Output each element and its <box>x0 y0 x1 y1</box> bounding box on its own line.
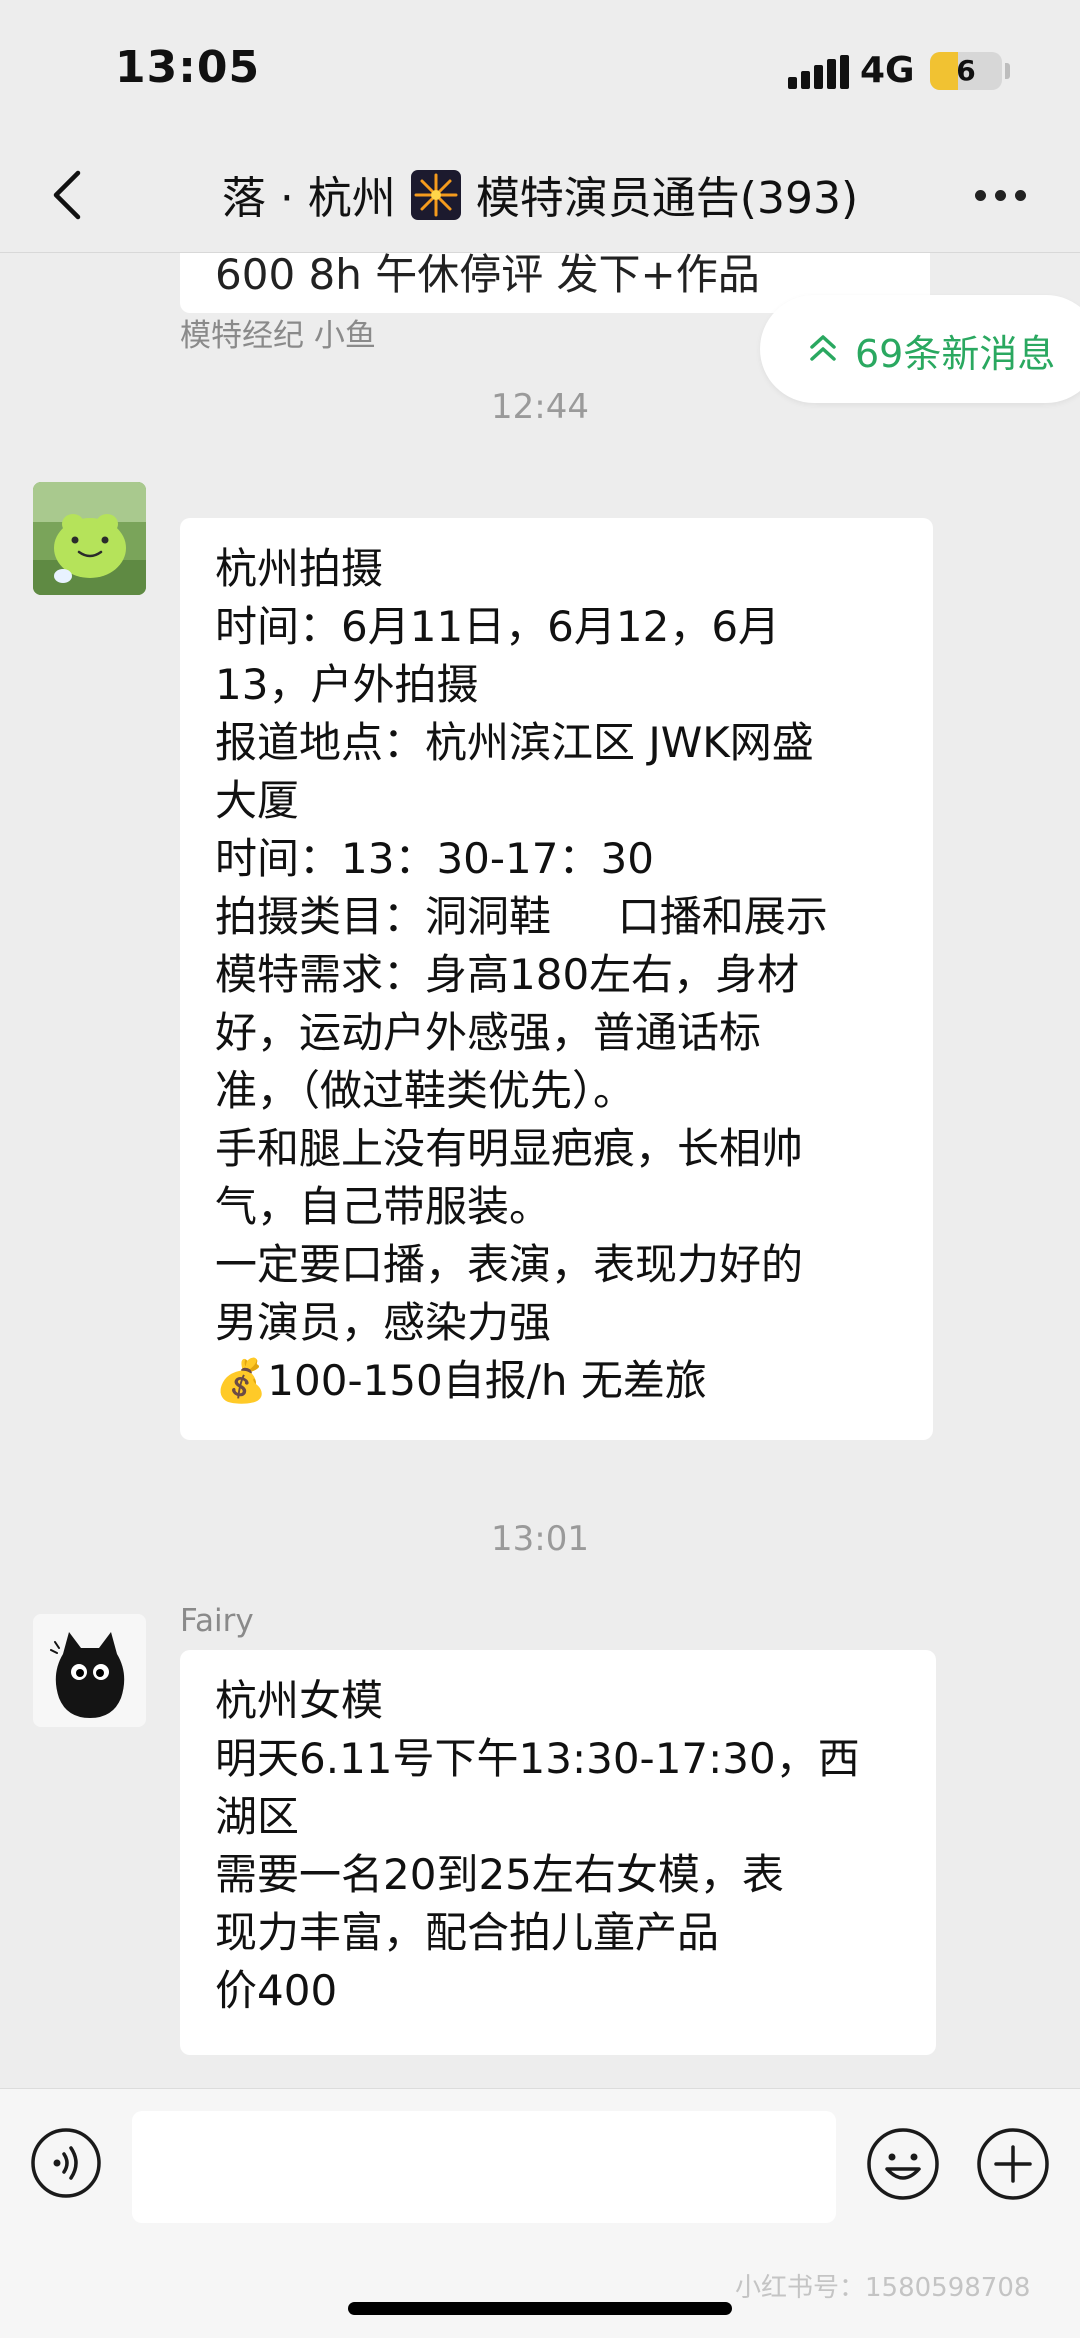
watermark: 小红书号：1580598708 <box>735 2273 1031 2303</box>
battery-icon: 6 <box>930 52 1002 90</box>
network-type: 4G <box>860 50 915 91</box>
chat-title-suffix: 模特演员通告(393) <box>475 173 859 224</box>
status-time: 13:05 <box>115 42 261 93</box>
more-options-icon[interactable] <box>975 190 1035 204</box>
status-bar: 13:05 4G 6 <box>0 0 1080 140</box>
firework-emoji-icon <box>410 170 461 220</box>
double-chevron-up-icon <box>810 335 836 361</box>
timestamp: 12:44 <box>491 387 589 427</box>
nav-bar: 落 · 杭州 模特演员通告(393) <box>0 140 1080 253</box>
message-bubble[interactable]: 杭州拍摄 时间：6月11日，6月12，6月 13，户外拍摄 报道地点：杭州滨江区… <box>180 518 933 1440</box>
voice-input-icon[interactable] <box>30 2127 102 2199</box>
battery-cap <box>1005 63 1010 79</box>
new-messages-count: 69条新消息 <box>855 332 1056 376</box>
timestamp: 13:01 <box>491 1519 589 1559</box>
message-bubble[interactable]: 杭州女模 明天6.11号下午13:30-17:30，西 湖区 需要一名20到25… <box>180 1650 936 2055</box>
sender-name: Fairy <box>180 1603 254 1639</box>
input-bar: 小红书号：1580598708 <box>0 2088 1080 2338</box>
cellular-signal-icon <box>788 55 849 89</box>
message-text: 杭州女模 明天6.11号下午13:30-17:30，西 湖区 需要一名20到25… <box>215 1676 860 2015</box>
green-frog-avatar-icon <box>33 482 146 595</box>
sender-name: 模特经纪 小鱼 <box>180 318 376 354</box>
avatar[interactable] <box>33 482 146 595</box>
plus-icon[interactable] <box>976 2127 1050 2201</box>
chat-title-prefix: 落 · 杭州 <box>221 173 396 224</box>
home-indicator[interactable] <box>348 2302 732 2315</box>
message-input[interactable] <box>132 2111 836 2223</box>
avatar[interactable] <box>33 1614 146 1727</box>
chat-title: 落 · 杭州 模特演员通告(393) <box>160 162 920 226</box>
message-text: 杭州拍摄 时间：6月11日，6月12，6月 13，户外拍摄 报道地点：杭州滨江区… <box>215 544 828 1405</box>
black-cat-avatar-icon <box>33 1614 146 1727</box>
back-arrow-icon[interactable] <box>40 165 100 225</box>
chat-message-list[interactable]: 600 8h 午休停评 发下+作品 69条新消息 12:44 模特经纪 小鱼 杭… <box>0 253 1080 2087</box>
truncated-message-text: 600 8h 午休停评 发下+作品 <box>215 253 760 299</box>
battery-level: 6 <box>956 54 976 87</box>
emoji-icon[interactable] <box>866 2127 940 2201</box>
